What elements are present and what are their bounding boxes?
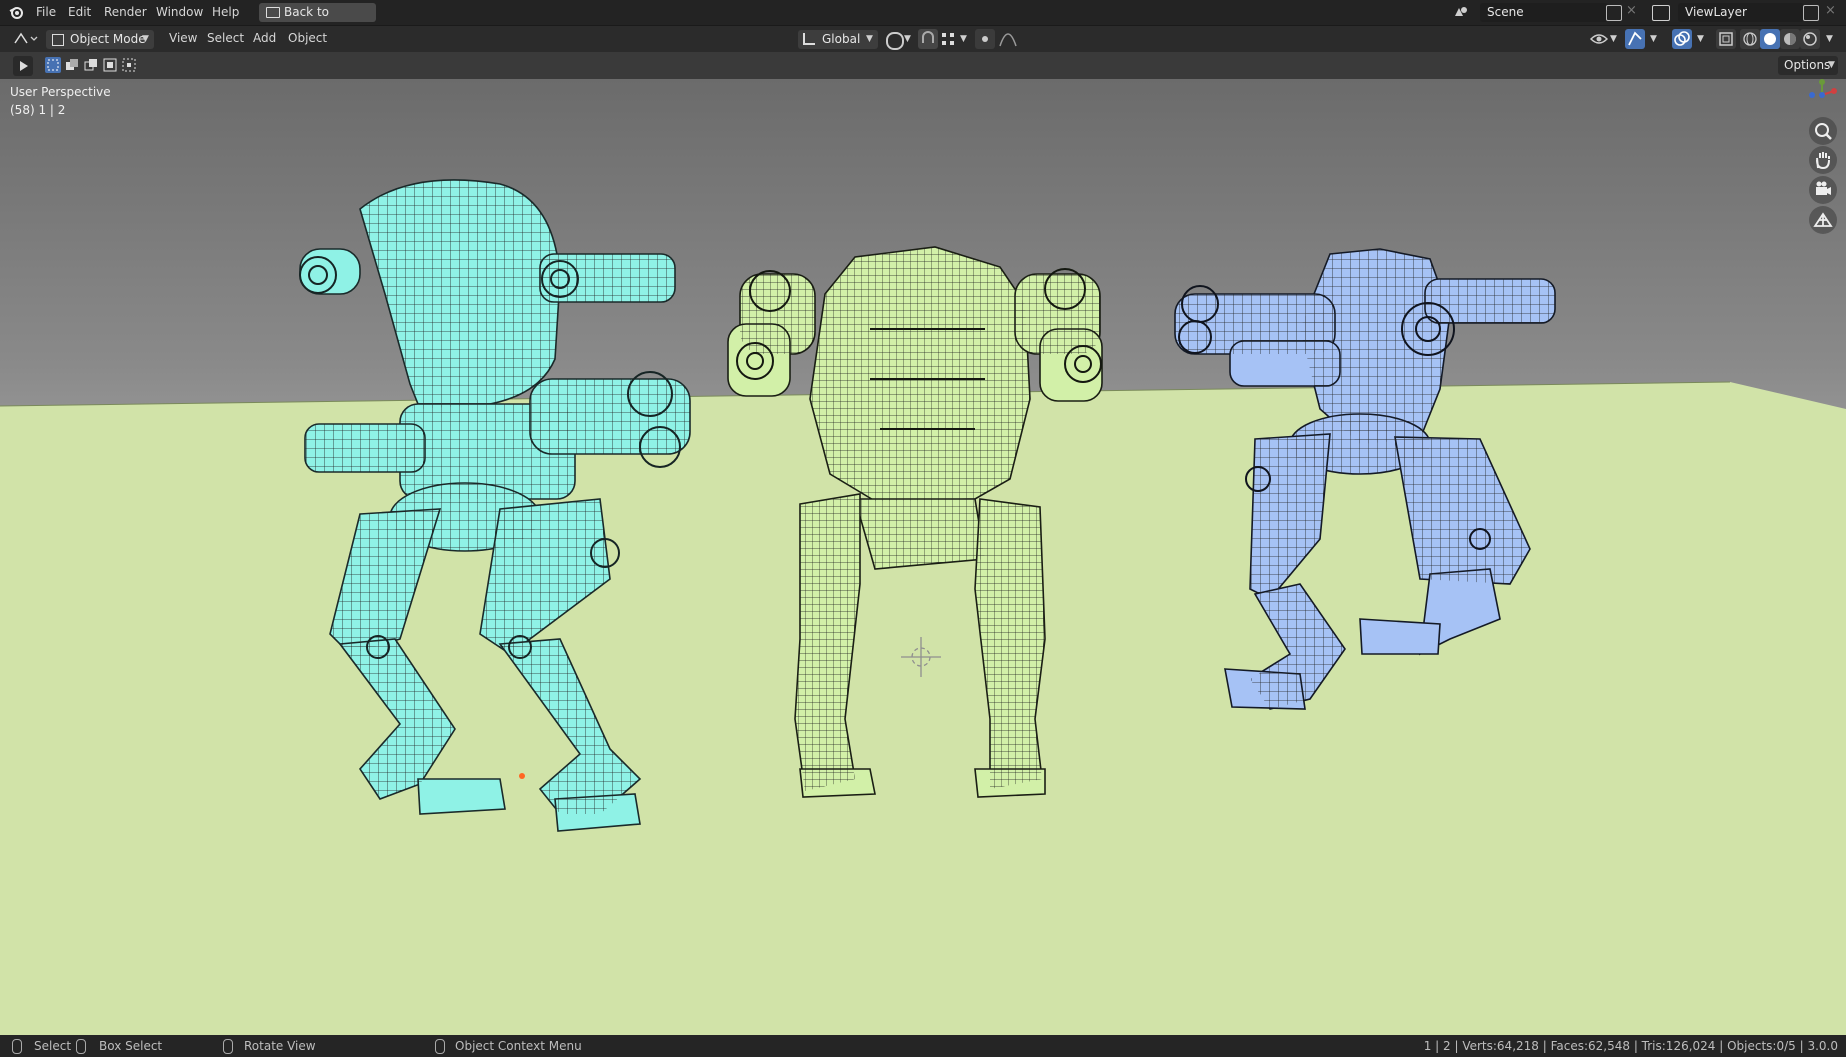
- chevron-down-icon[interactable]: ▼: [1826, 34, 1833, 44]
- chevron-down-icon: ▼: [142, 34, 149, 44]
- menu-file[interactable]: File: [30, 4, 62, 21]
- menu-object[interactable]: Object: [282, 30, 333, 47]
- scene-name-label: Scene: [1487, 5, 1524, 19]
- falloff-curve-icon[interactable]: [998, 32, 1018, 48]
- status-context-menu-label: Object Context Menu: [455, 1039, 582, 1053]
- shading-wireframe-icon[interactable]: [1740, 29, 1760, 49]
- blender-logo-icon[interactable]: [9, 5, 24, 20]
- mouse-drag-icon: [76, 1039, 86, 1054]
- pan-hand-icon[interactable]: [1809, 146, 1837, 174]
- chevron-down-icon: ▼: [1828, 60, 1835, 70]
- transform-orientation-label: Global: [822, 32, 861, 46]
- remove-viewlayer-icon[interactable]: ×: [1825, 3, 1836, 18]
- editor-type-icon[interactable]: [13, 31, 39, 47]
- options-dropdown[interactable]: Options ▼: [1778, 56, 1838, 75]
- tool-settings-bar: Options ▼: [0, 52, 1846, 79]
- shading-rendered-icon[interactable]: [1800, 29, 1820, 49]
- xray-toggle-icon[interactable]: [1716, 29, 1736, 49]
- viewlayer-selector-icon[interactable]: [1652, 5, 1670, 21]
- collection-frame-label: (58) 1 | 2: [10, 103, 66, 117]
- selection-mode-intersect-icon[interactable]: [121, 57, 137, 73]
- status-box-select-label: Box Select: [99, 1039, 163, 1053]
- 3d-viewport[interactable]: User Perspective (58) 1 | 2: [0, 79, 1846, 1035]
- chevron-down-icon[interactable]: ▼: [960, 34, 967, 44]
- snap-toggle-icon[interactable]: [918, 29, 938, 49]
- mouse-middle-icon: [223, 1039, 233, 1054]
- overlays-toggle-icon[interactable]: [1672, 29, 1692, 49]
- options-label: Options: [1784, 58, 1831, 72]
- shading-solid-icon[interactable]: [1760, 29, 1780, 49]
- chevron-down-icon[interactable]: ▼: [1610, 34, 1617, 44]
- selection-mode-extend-icon[interactable]: [64, 57, 80, 73]
- status-rotate-label: Rotate View: [244, 1039, 316, 1053]
- object-mode-dropdown[interactable]: Object Mode ▼: [46, 30, 154, 49]
- active-tool-icon[interactable]: [13, 56, 33, 76]
- scene-statistics: 1 | 2 | Verts:64,218 | Faces:62,548 | Tr…: [1423, 1039, 1838, 1053]
- gizmo-toggle-icon[interactable]: [1625, 29, 1645, 49]
- chevron-down-icon[interactable]: ▼: [1650, 34, 1657, 44]
- object-mode-label: Object Mode: [70, 32, 146, 46]
- menu-edit[interactable]: Edit: [62, 4, 97, 21]
- selection-mode-invert-icon[interactable]: [102, 57, 118, 73]
- scene-canvas[interactable]: [0, 79, 1846, 1035]
- scene-selector-icon[interactable]: [1452, 5, 1470, 20]
- shading-material-icon[interactable]: [1780, 29, 1800, 49]
- selection-mode-set-icon[interactable]: [45, 57, 61, 73]
- menu-select[interactable]: Select: [201, 30, 250, 47]
- navigation-axis-gizmo[interactable]: [1808, 79, 1846, 101]
- selection-mode-subtract-icon[interactable]: [83, 57, 99, 73]
- menu-window[interactable]: Window: [150, 4, 209, 21]
- menu-render[interactable]: Render: [98, 4, 153, 21]
- viewlayer-name-label: ViewLayer: [1685, 5, 1747, 19]
- visibility-eye-icon[interactable]: [1589, 32, 1609, 46]
- camera-view-icon[interactable]: [1809, 176, 1837, 204]
- back-to-previous-button[interactable]: Back to Previous: [259, 3, 376, 38]
- top-bar: File Edit Render Window Help Back to Pre…: [0, 0, 1846, 38]
- chevron-down-icon[interactable]: ▼: [904, 34, 911, 44]
- scene-name-field[interactable]: Scene: [1480, 3, 1608, 22]
- new-scene-icon[interactable]: [1606, 5, 1622, 21]
- snap-grid-icon[interactable]: [942, 33, 954, 45]
- chevron-down-icon[interactable]: ▼: [1697, 34, 1704, 44]
- menu-view[interactable]: View: [163, 30, 203, 47]
- transform-orientation-dropdown[interactable]: Global ▼: [798, 30, 878, 49]
- chevron-down-icon: ▼: [866, 34, 873, 44]
- axis-icon: [803, 33, 815, 45]
- screen-icon: [266, 7, 280, 18]
- mouse-right-icon: [435, 1039, 445, 1054]
- mouse-left-icon: [12, 1039, 22, 1054]
- perspective-label: User Perspective: [10, 85, 111, 99]
- viewlayer-name-field[interactable]: ViewLayer: [1678, 3, 1804, 22]
- object-mode-icon: [52, 34, 64, 46]
- ortho-grid-icon[interactable]: [1809, 206, 1837, 234]
- menu-add[interactable]: Add: [247, 30, 282, 47]
- proportional-edit-icon[interactable]: [975, 29, 995, 49]
- new-viewlayer-icon[interactable]: [1803, 5, 1819, 21]
- viewport-header: Object Mode ▼ View Select Add Object Glo…: [0, 25, 1846, 53]
- status-bar: Select Box Select Rotate View Object Con…: [0, 1035, 1846, 1057]
- pivot-point-icon[interactable]: [886, 32, 904, 50]
- remove-scene-icon[interactable]: ×: [1626, 3, 1637, 18]
- status-select-label: Select: [34, 1039, 72, 1053]
- zoom-icon[interactable]: [1809, 117, 1837, 145]
- menu-help[interactable]: Help: [206, 4, 245, 21]
